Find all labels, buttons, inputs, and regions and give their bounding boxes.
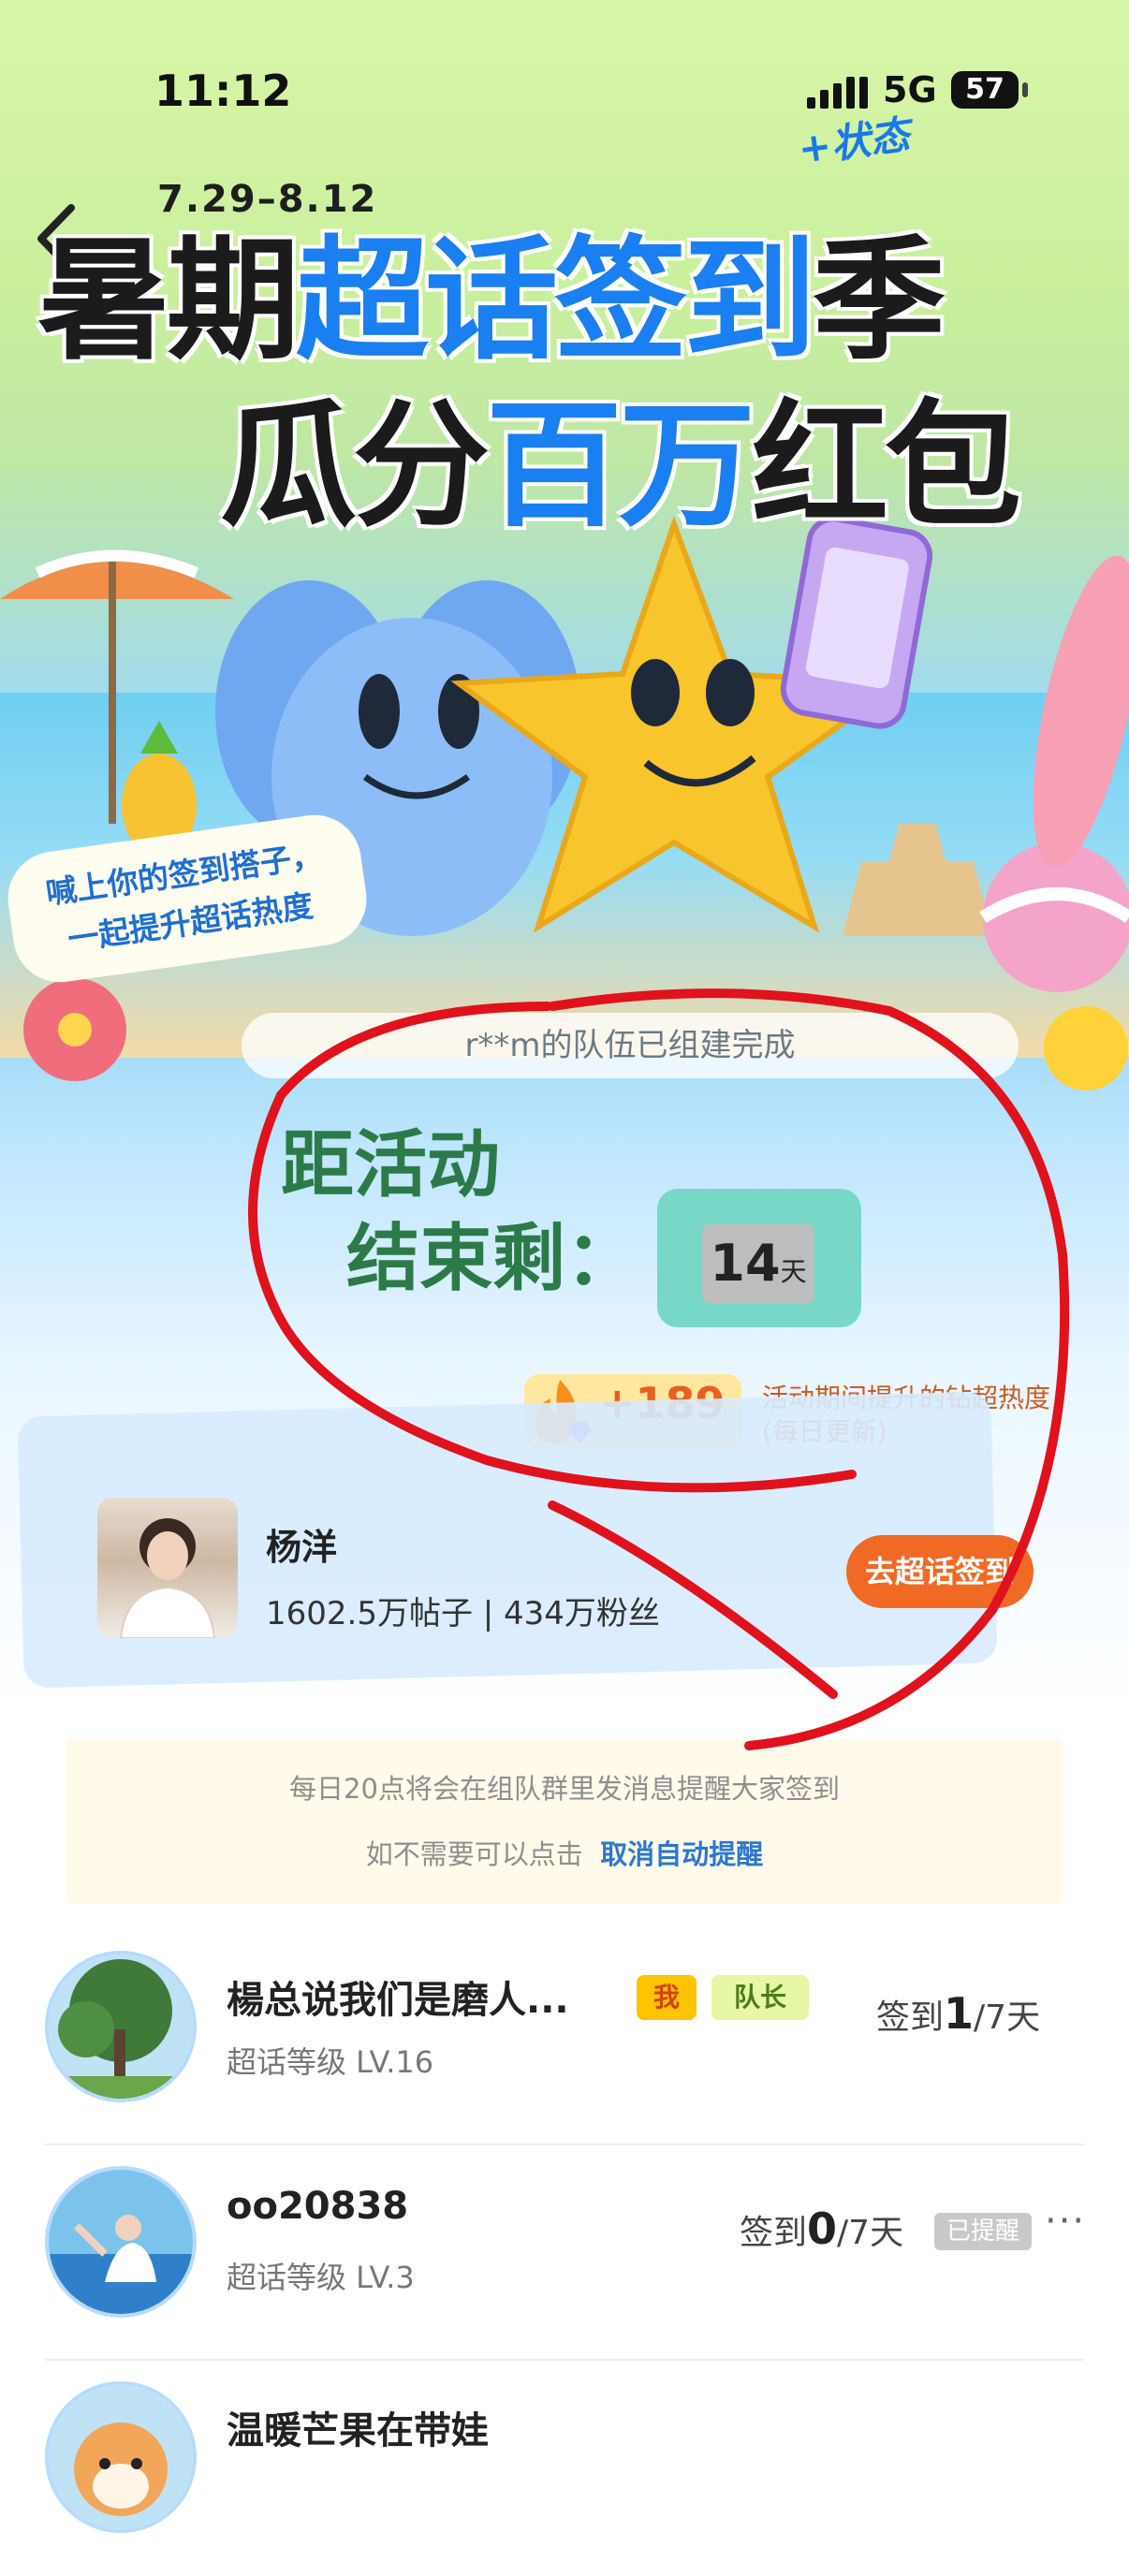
status-time: 11:12 (154, 66, 292, 116)
countdown-days: 14 (710, 1234, 781, 1293)
supertopic-name[interactable]: 杨洋 (266, 1518, 337, 1570)
home-indicator (0, 2424, 1129, 2454)
countdown-label-line1: 距活动 (281, 1123, 501, 1208)
countdown-days-unit: 天 (780, 1256, 807, 1287)
notice-line2: 如不需要可以点击 取消自动提醒 (66, 1833, 1063, 1872)
member-name: oo20838 (227, 2185, 409, 2228)
signin-total: /7天 (837, 2214, 904, 2252)
sea-avatar-image (49, 2170, 193, 2314)
countdown-label-line2: 结束剩： (346, 1217, 639, 1301)
go-signin-button[interactable]: 去超话签到 (846, 1535, 1034, 1608)
title-part-highlight: 百万 (486, 387, 755, 546)
shiba-avatar-image (49, 2385, 193, 2529)
reminded-badge: 已提醒 (934, 2213, 1032, 2250)
notice-line1: 每日20点将会在组队群里发消息提醒大家签到 (289, 1773, 840, 1805)
member-avatar[interactable] (45, 2381, 197, 2533)
person-avatar-image (119, 1518, 216, 1638)
member-signin-count: 签到1/7天 (876, 1988, 1040, 2039)
signin-days: 0 (807, 2203, 838, 2254)
calendar-icon: 14天 (657, 1189, 861, 1327)
member-avatar[interactable] (45, 2166, 197, 2318)
battery-cap (1022, 82, 1028, 97)
team-status-banner: r**m的队伍已组建完成 (242, 1013, 1019, 1078)
signal-icon (807, 77, 868, 109)
supertopic-avatar[interactable] (97, 1498, 238, 1638)
signin-total: /7天 (974, 1998, 1041, 2037)
status-bar: 11:12 5G 57 (0, 0, 1129, 140)
title-part: 红包 (752, 387, 1021, 546)
team-member-row[interactable]: 温暖芒果在带娃 (0, 2361, 1129, 2576)
tree-avatar-image (49, 1954, 193, 2099)
signin-days: 1 (944, 1988, 975, 2039)
signin-prefix: 签到 (740, 2214, 808, 2252)
member-name: 楊总说我们是磨人... (227, 1979, 569, 2022)
battery-icon: 57 (951, 71, 1019, 109)
tag-me: 我 (637, 1975, 696, 2020)
notice-prefix: 如不需要可以点击 (365, 1838, 583, 1870)
hero-title-line2: 瓜分百万红包 (220, 356, 1021, 553)
countdown-days-box: 14天 (702, 1224, 814, 1303)
more-options-button[interactable]: ··· (1045, 2200, 1086, 2243)
member-signin-count: 签到0/7天 (740, 2203, 903, 2254)
cancel-auto-reminder-link[interactable]: 取消自动提醒 (600, 1838, 763, 1870)
team-member-row[interactable]: 楊总说我们是磨人... 我 队长 超话等级 LV.16 签到1/7天 (0, 1930, 1129, 2145)
reminder-notice: 每日20点将会在组队群里发消息提醒大家签到 如不需要可以点击 取消自动提醒 (66, 1739, 1063, 1904)
tag-captain: 队长 (711, 1975, 809, 2020)
team-member-row[interactable]: oo20838 超话等级 LV.3 签到0/7天 已提醒 ··· (0, 2145, 1129, 2361)
supertopic-stats: 1602.5万帖子 | 434万粉丝 (266, 1595, 660, 1632)
member-level: 超话等级 LV.3 (227, 2260, 415, 2295)
member-level: 超话等级 LV.16 (227, 2044, 434, 2080)
member-avatar[interactable] (45, 1951, 197, 2102)
countdown-label: 距活动 结束剩： (281, 1119, 638, 1306)
title-part: 瓜分 (220, 387, 490, 546)
signin-prefix: 签到 (876, 1998, 945, 2037)
